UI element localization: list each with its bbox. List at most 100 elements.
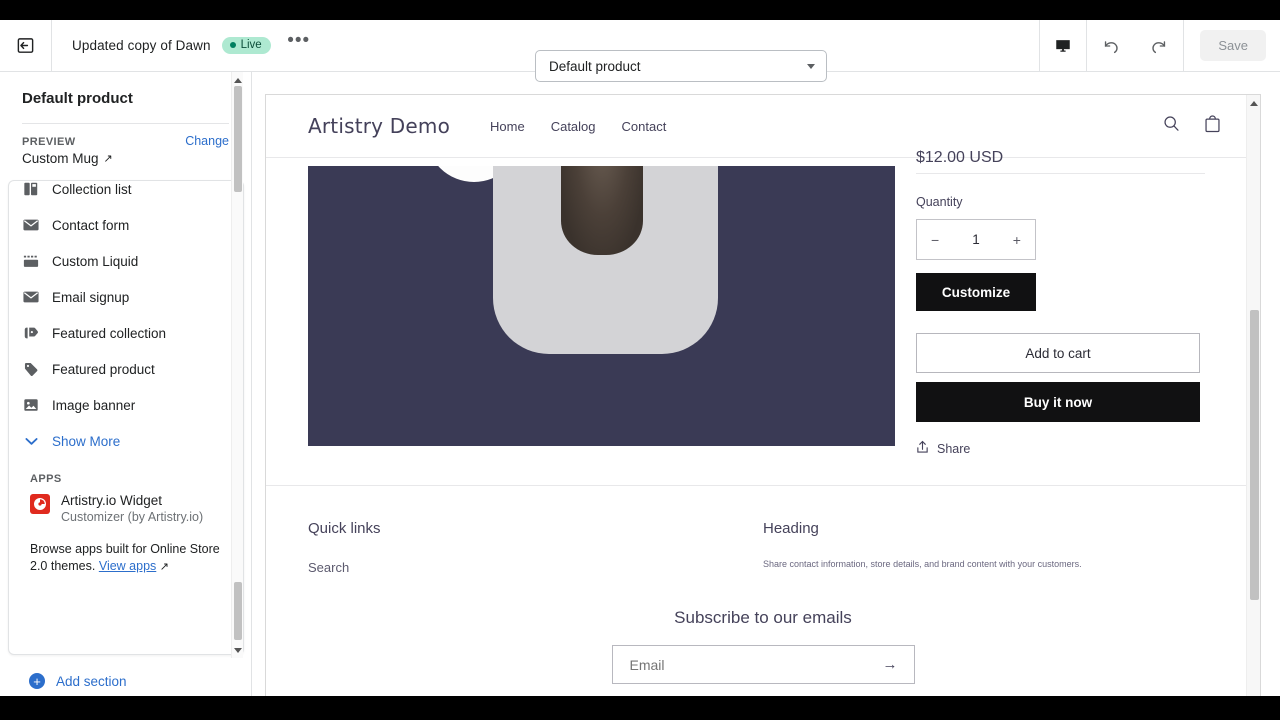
share-button[interactable]: Share [916, 440, 1205, 457]
nav-item-contact[interactable]: Contact [622, 119, 667, 134]
section-item-contact-form[interactable]: Contact form [9, 207, 243, 243]
add-section-button[interactable]: + Add section [8, 664, 244, 696]
live-dot-icon [229, 42, 236, 48]
store-footer: Quick links Search Heading Share contact… [266, 486, 1260, 575]
email-field[interactable] [629, 656, 860, 673]
sidebar-scrollbar[interactable] [231, 72, 243, 658]
add-to-cart-button[interactable]: Add to cart [916, 333, 1200, 373]
section-item-custom-liquid[interactable]: Custom Liquid [9, 243, 243, 279]
envelope-icon [22, 288, 40, 306]
nav-item-home[interactable]: Home [490, 119, 525, 134]
scroll-down-arrow[interactable] [1248, 695, 1260, 696]
section-item-label: Image banner [52, 397, 136, 413]
page-selector[interactable]: Default product [535, 50, 827, 82]
section-item-label: Custom Liquid [52, 253, 139, 269]
scrollbar-thumb[interactable] [234, 86, 242, 192]
plus-icon: + [29, 673, 45, 689]
status-badge[interactable]: Live [221, 37, 271, 54]
save-button[interactable]: Save [1200, 30, 1266, 61]
store-logo[interactable]: Artistry Demo [308, 114, 450, 138]
mug-dog-print [561, 166, 643, 255]
external-link-icon: ↗ [159, 561, 169, 573]
external-link-icon: ↗ [103, 153, 113, 165]
redo-icon[interactable] [1135, 20, 1183, 71]
section-item-label: Contact form [52, 217, 130, 233]
section-item-collection-list[interactable]: Collection list [9, 181, 243, 207]
product-image[interactable] [308, 166, 895, 446]
quantity-value: 1 [972, 232, 980, 247]
section-item-email-signup[interactable]: Email signup [9, 279, 243, 315]
subscribe-heading: Subscribe to our emails [674, 608, 852, 627]
section-item-featured-product[interactable]: Featured product [9, 351, 243, 387]
theme-name: Updated copy of Dawn [72, 38, 211, 53]
more-options-button[interactable]: ••• [285, 31, 313, 60]
nav-item-catalog[interactable]: Catalog [551, 119, 596, 134]
store-nav: Home Catalog Contact [490, 119, 666, 134]
section-item-label: Featured collection [52, 325, 167, 341]
envelope-icon [22, 216, 40, 234]
product-info: $12.00 USD Quantity − 1 + Customize Add … [895, 149, 1205, 457]
sidebar-header: Default product [0, 72, 251, 107]
tag-icon [22, 360, 40, 378]
change-preview-link[interactable]: Change [185, 134, 229, 148]
chevron-down-icon [22, 432, 40, 450]
scroll-up-arrow[interactable] [232, 74, 244, 86]
quantity-stepper[interactable]: − 1 + [916, 219, 1036, 260]
section-item-label: Collection list [52, 181, 132, 197]
buy-it-now-button[interactable]: Buy it now [916, 382, 1200, 422]
footer-link-search[interactable]: Search [308, 560, 763, 575]
show-more-label: Show More [52, 433, 121, 449]
heading-column: Heading Share contact information, store… [763, 520, 1082, 575]
sidebar: Default product PREVIEW Change Custom Mu… [0, 72, 252, 696]
app-subtitle: Customizer (by Artistry.io) [61, 510, 204, 524]
page-selector-value: Default product [549, 58, 641, 74]
chevron-down-icon [807, 63, 815, 69]
exit-icon[interactable] [0, 20, 52, 71]
live-label: Live [240, 39, 262, 51]
quantity-label: Quantity [916, 195, 963, 209]
arrow-right-icon[interactable]: → [883, 656, 898, 673]
divider [916, 173, 1205, 174]
scroll-down-arrow[interactable] [232, 644, 244, 656]
scrollbar-thumb[interactable] [1250, 310, 1259, 600]
show-more-button[interactable]: Show More [9, 423, 243, 459]
desktop-icon[interactable] [1040, 20, 1086, 71]
section-item-featured-collection[interactable]: Featured collection [9, 315, 243, 351]
artistry-app-icon [30, 494, 50, 514]
page-title: Default product [22, 90, 133, 107]
scroll-up-arrow[interactable] [1248, 97, 1260, 109]
store-preview: Artistry Demo Home Catalog Contact $12.0… [265, 94, 1261, 696]
tag-stack-icon [22, 324, 40, 342]
app-item-artistry[interactable]: Artistry.io Widget Customizer (by Artist… [9, 493, 243, 524]
cart-icon[interactable] [1203, 114, 1222, 139]
quantity-increase-button[interactable]: + [1013, 232, 1021, 248]
top-bar: Updated copy of Dawn Live ••• Default pr… [0, 20, 1280, 82]
preview-scrollbar[interactable] [1246, 95, 1260, 696]
image-icon [22, 396, 40, 414]
store-header-icons [1162, 114, 1222, 139]
subscribe-form: → [611, 645, 915, 684]
section-item-image-banner[interactable]: Image banner [9, 387, 243, 423]
search-icon[interactable] [1162, 114, 1181, 138]
screen: Updated copy of Dawn Live ••• Default pr… [0, 0, 1280, 720]
browse-apps-line2: themes. [50, 559, 96, 573]
collection-list-icon [22, 181, 40, 198]
quantity-decrease-button[interactable]: − [931, 232, 939, 248]
scrollbar-thumb-lower[interactable] [234, 582, 242, 640]
section-item-label: Featured product [52, 361, 155, 377]
divider [1183, 20, 1185, 71]
app-name: Artistry.io Widget [61, 493, 163, 508]
product-price: $12.00 USD [916, 149, 1004, 165]
browse-apps-text: Browse apps built for Online Store 2.0 t… [9, 524, 243, 576]
undo-icon[interactable] [1087, 20, 1135, 71]
top-bar-actions: Save [1039, 20, 1280, 71]
share-icon [916, 440, 929, 457]
quick-links-column: Quick links Search [308, 520, 763, 575]
customize-button[interactable]: Customize [916, 273, 1036, 311]
section-list-items: Collection list Contact form Custom Liqu… [9, 181, 243, 576]
preview-product[interactable]: Custom Mug ↗ [0, 148, 251, 166]
section-item-label: Email signup [52, 289, 130, 305]
view-apps-link[interactable]: View apps [99, 559, 156, 573]
section-list: Collection list Contact form Custom Liqu… [8, 180, 244, 655]
footer-paragraph: Share contact information, store details… [763, 559, 1082, 569]
